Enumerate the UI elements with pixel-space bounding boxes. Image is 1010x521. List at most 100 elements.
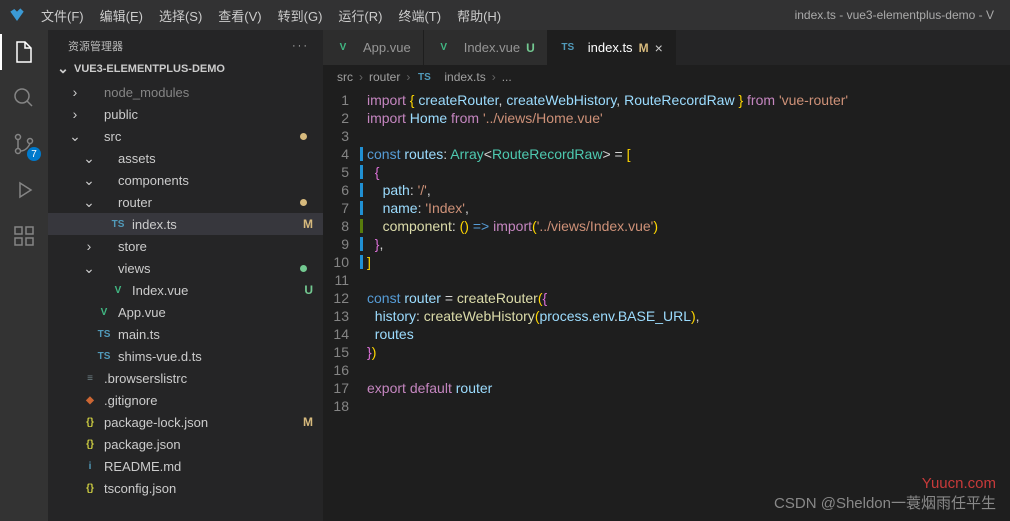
line-gutter: 123456789101112131415161718 <box>323 91 367 521</box>
debug-icon[interactable] <box>10 176 38 204</box>
vue-icon: V <box>436 40 452 56</box>
tree-item-label: README.md <box>104 459 313 474</box>
code-line[interactable]: { <box>367 163 1010 181</box>
explorer-icon[interactable] <box>10 38 38 66</box>
line-number: 11 <box>323 271 349 289</box>
menu-item[interactable]: 文件(F) <box>34 2 91 29</box>
tree-item[interactable]: iREADME.md <box>48 455 323 477</box>
tree-item-label: node_modules <box>104 85 313 100</box>
editor-tab[interactable]: TSindex.tsM× <box>548 30 676 65</box>
app-logo <box>8 6 26 24</box>
tree-item[interactable]: TSmain.ts <box>48 323 323 345</box>
code-line[interactable]: history: createWebHistory(process.env.BA… <box>367 307 1010 325</box>
editor-tab[interactable]: VApp.vue <box>323 30 424 65</box>
tree-item[interactable]: TSshims-vue.d.ts <box>48 345 323 367</box>
line-number: 17 <box>323 379 349 397</box>
tree-item-label: src <box>104 129 300 144</box>
source-control-icon[interactable]: 7 <box>10 130 38 158</box>
breadcrumb-item[interactable]: ... <box>502 70 512 84</box>
tree-item[interactable]: ⌄assets <box>48 147 323 169</box>
chevron-down-icon: ⌄ <box>82 172 96 189</box>
line-number: 8 <box>323 217 349 235</box>
tree-item[interactable]: TSindex.tsM <box>48 213 323 235</box>
tree-item-label: package.json <box>104 437 313 452</box>
line-number: 4 <box>323 145 349 163</box>
menu-item[interactable]: 选择(S) <box>152 2 209 29</box>
tree-item[interactable]: ⌄router <box>48 191 323 213</box>
code-line[interactable]: name: 'Index', <box>367 199 1010 217</box>
tree-item[interactable]: {}tsconfig.json <box>48 477 323 499</box>
tree-item[interactable]: ◆.gitignore <box>48 389 323 411</box>
tree-item[interactable]: VApp.vue <box>48 301 323 323</box>
tab-label: Index.vue <box>464 40 520 55</box>
line-number: 18 <box>323 397 349 415</box>
editor-group: VApp.vueVIndex.vueUTSindex.tsM× src›rout… <box>323 30 1010 521</box>
tree-item[interactable]: ›public <box>48 103 323 125</box>
breadcrumb-item[interactable]: src <box>337 70 353 84</box>
code-line[interactable] <box>367 271 1010 289</box>
code-line[interactable]: ] <box>367 253 1010 271</box>
chevron-right-icon: › <box>406 70 410 84</box>
code-line[interactable]: import Home from '../views/Home.vue' <box>367 109 1010 127</box>
folder-icon <box>96 238 112 254</box>
code-line[interactable]: const routes: Array<RouteRecordRaw> = [ <box>367 145 1010 163</box>
menu-item[interactable]: 查看(V) <box>211 2 268 29</box>
tree-item[interactable]: ›node_modules <box>48 81 323 103</box>
code-line[interactable]: routes <box>367 325 1010 343</box>
tree-item[interactable]: {}package.json <box>48 433 323 455</box>
code-content[interactable]: import { createRouter, createWebHistory,… <box>367 91 1010 521</box>
git-gutter-icon <box>360 201 363 215</box>
tree-item-label: index.ts <box>132 217 299 232</box>
line-number: 15 <box>323 343 349 361</box>
tree-item-label: router <box>118 195 300 210</box>
tree-item[interactable]: ≡.browserslistrc <box>48 367 323 389</box>
tree-item-label: public <box>104 107 313 122</box>
git-gutter-icon <box>360 255 363 269</box>
breadcrumb-item[interactable]: router <box>369 70 400 84</box>
line-number: 16 <box>323 361 349 379</box>
tree-item[interactable]: ⌄components <box>48 169 323 191</box>
menu-item[interactable]: 终端(T) <box>391 2 448 29</box>
menu-item[interactable]: 编辑(E) <box>93 2 150 29</box>
section-label: VUE3-ELEMENTPLUS-DEMO <box>74 63 225 75</box>
tree-item[interactable]: VIndex.vueU <box>48 279 323 301</box>
extensions-icon[interactable] <box>10 222 38 250</box>
tree-item-label: .browserslistrc <box>104 371 313 386</box>
git-status: M <box>303 217 313 231</box>
git-dot-icon <box>300 199 307 206</box>
menu-bar: 文件(F)编辑(E)选择(S)查看(V)转到(G)运行(R)终端(T)帮助(H) <box>34 2 508 29</box>
menu-item[interactable]: 运行(R) <box>331 2 389 29</box>
tree-item[interactable]: ⌄src <box>48 125 323 147</box>
folder-icon <box>82 106 98 122</box>
code-line[interactable]: }) <box>367 343 1010 361</box>
code-line[interactable]: import { createRouter, createWebHistory,… <box>367 91 1010 109</box>
scm-badge: 7 <box>27 147 41 161</box>
code-line[interactable] <box>367 127 1010 145</box>
code-line[interactable]: component: () => import('../views/Index.… <box>367 217 1010 235</box>
editor-tab[interactable]: VIndex.vueU <box>424 30 548 65</box>
close-icon[interactable]: × <box>655 40 663 56</box>
code-line[interactable]: export default router <box>367 379 1010 397</box>
search-icon[interactable] <box>10 84 38 112</box>
tree-item[interactable]: {}package-lock.jsonM <box>48 411 323 433</box>
menu-item[interactable]: 帮助(H) <box>450 2 508 29</box>
sidebar-section[interactable]: ⌄ VUE3-ELEMENTPLUS-DEMO <box>48 58 323 79</box>
breadcrumb[interactable]: src›router›TSindex.ts›... <box>323 65 1010 89</box>
code-editor[interactable]: 123456789101112131415161718 import { cre… <box>323 89 1010 521</box>
code-line[interactable]: }, <box>367 235 1010 253</box>
git-status: U <box>304 283 313 297</box>
line-number: 5 <box>323 163 349 181</box>
menu-item[interactable]: 转到(G) <box>271 2 330 29</box>
tree-item[interactable]: ›store <box>48 235 323 257</box>
code-line[interactable]: const router = createRouter({ <box>367 289 1010 307</box>
code-line[interactable] <box>367 361 1010 379</box>
code-line[interactable]: path: '/', <box>367 181 1010 199</box>
sidebar-more-icon[interactable]: ··· <box>292 40 309 52</box>
git-dot-icon <box>300 265 307 272</box>
json-icon: {} <box>82 414 98 430</box>
folder-icon <box>82 128 98 144</box>
breadcrumb-item[interactable]: index.ts <box>444 70 485 84</box>
tree-item[interactable]: ⌄views <box>48 257 323 279</box>
git-icon: ◆ <box>82 392 98 408</box>
code-line[interactable] <box>367 397 1010 415</box>
